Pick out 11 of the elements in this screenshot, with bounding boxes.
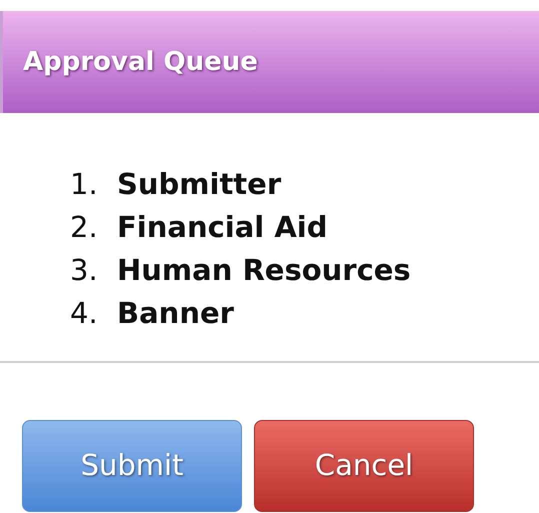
- list-number: 1.: [70, 166, 99, 203]
- queue-item: Human Resources: [117, 252, 411, 289]
- list-number: 3.: [70, 252, 99, 289]
- cancel-button[interactable]: Cancel: [254, 420, 474, 512]
- queue-item: Financial Aid: [117, 209, 328, 246]
- list-number: 2.: [70, 209, 99, 246]
- queue-item: Banner: [117, 295, 234, 332]
- header-title: Approval Queue: [23, 46, 258, 78]
- submit-button[interactable]: Submit: [22, 420, 242, 512]
- queue-item: Submitter: [117, 166, 282, 203]
- list-number: 4.: [70, 295, 99, 332]
